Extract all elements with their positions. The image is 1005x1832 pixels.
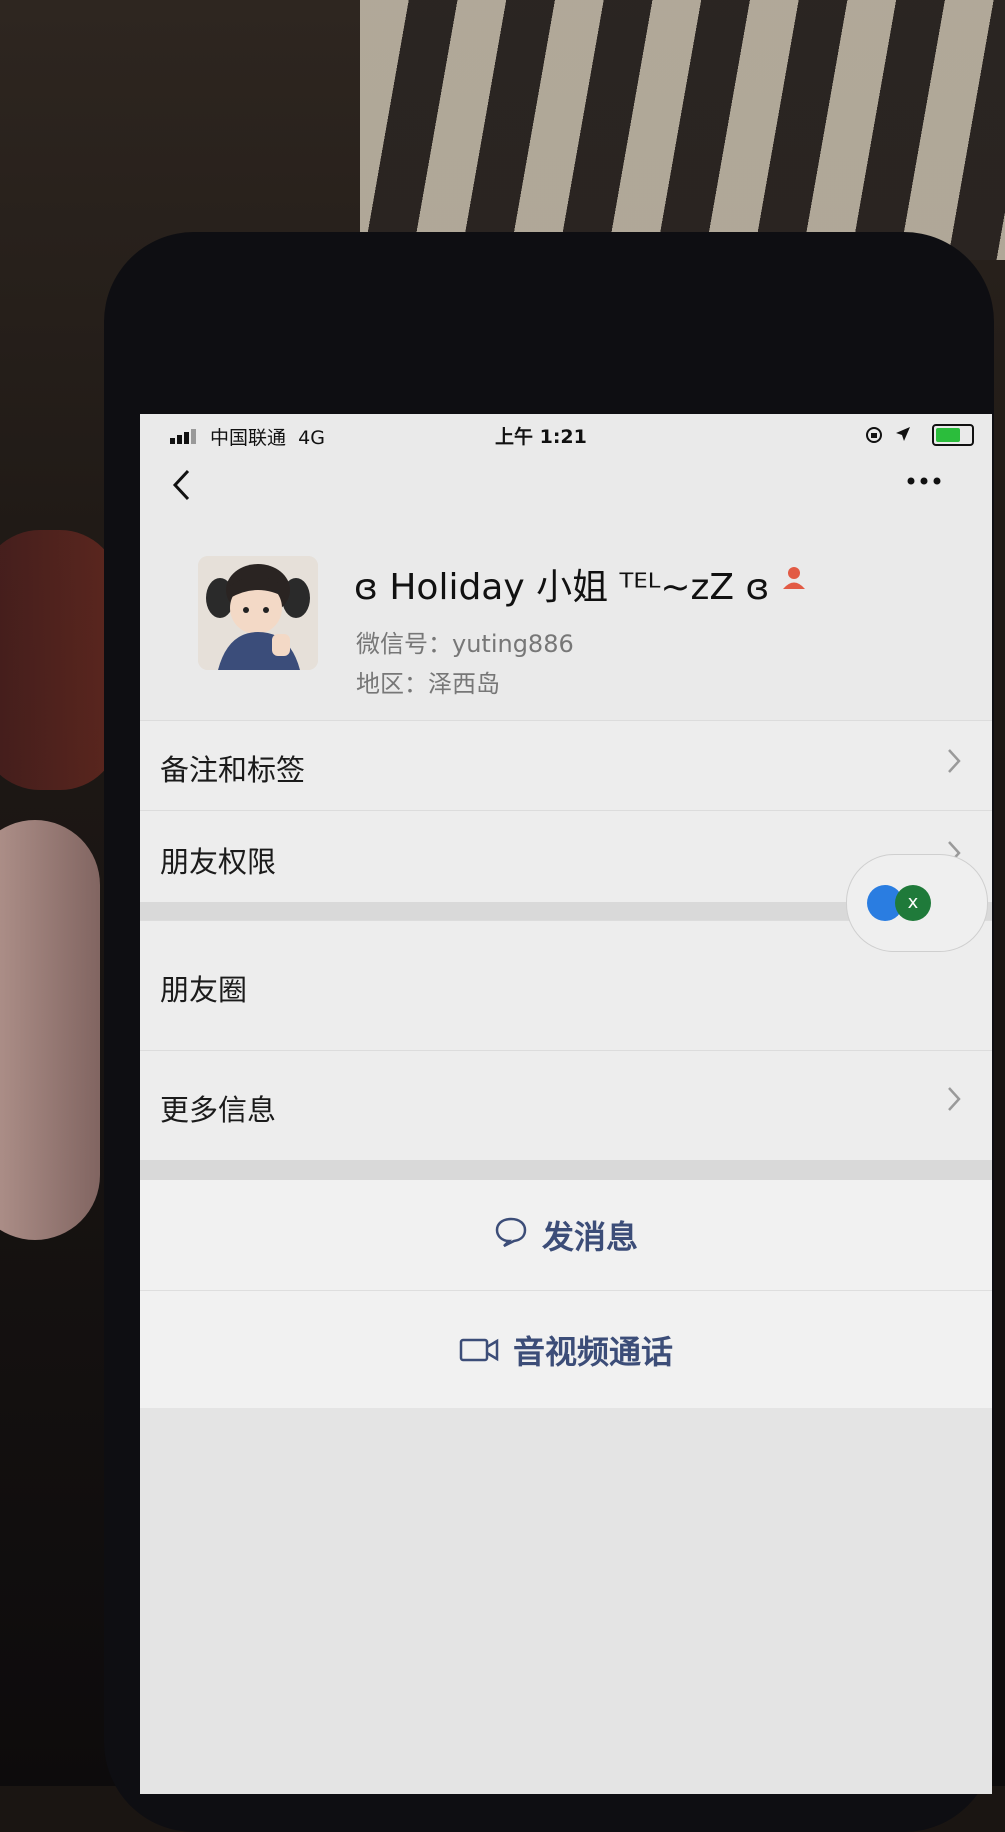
chevron-right-icon [946, 747, 962, 783]
more-icon[interactable] [906, 460, 942, 500]
fabric-background [360, 0, 1005, 260]
region: 地区：泽西岛 [356, 670, 500, 698]
nav-bar [140, 454, 992, 524]
wechat-id: 微信号：yuting886 [356, 630, 574, 658]
back-icon[interactable] [170, 468, 194, 508]
menu-label: 朋友圈 [160, 973, 248, 1007]
send-message-label: 发消息 [541, 1218, 638, 1256]
signal-icon [170, 426, 204, 444]
video-call-button[interactable]: 音视频通话 [140, 1290, 992, 1409]
finger [0, 820, 100, 1240]
finger-blur [0, 530, 120, 790]
menu-more-info[interactable]: 更多信息 [140, 1050, 992, 1161]
chat-bubble-icon [494, 1182, 528, 1292]
empty-area [140, 1408, 992, 1794]
rotation-lock-icon [866, 427, 882, 443]
app-icon-green: x [895, 885, 931, 921]
menu-remarks-tags[interactable]: 备注和标签 [140, 720, 992, 811]
menu-label: 更多信息 [160, 1093, 277, 1127]
person-badge-icon [780, 564, 808, 596]
video-camera-icon [459, 1293, 499, 1411]
chevron-right-icon [946, 1085, 962, 1121]
status-icons [864, 422, 974, 446]
status-bar: 中国联通 4G 上午 1:21 [140, 414, 992, 454]
phone-screen: 中国联通 4G 上午 1:21 ɞ Holiday 小姐 ᵀᴱᴸ~zZ ɞ 微信… [140, 414, 992, 1794]
video-call-label: 音视频通话 [512, 1333, 673, 1371]
send-message-button[interactable]: 发消息 [140, 1180, 992, 1290]
battery-icon [932, 424, 974, 446]
network-label: 4G [298, 427, 325, 449]
carrier-label: 中国联通 4G [210, 427, 325, 449]
floating-window-button[interactable]: x [846, 854, 988, 952]
location-icon [896, 427, 910, 441]
menu-label: 备注和标签 [160, 753, 306, 787]
profile-header: ɞ Holiday 小姐 ᵀᴱᴸ~zZ ɞ 微信号：yuting886 地区：泽… [140, 524, 992, 698]
section-divider [140, 1160, 992, 1180]
status-time: 上午 1:21 [495, 426, 587, 448]
avatar[interactable] [198, 556, 318, 670]
menu-label: 朋友权限 [160, 845, 277, 879]
profile-nickname: ɞ Holiday 小姐 ᵀᴱᴸ~zZ ɞ [354, 567, 770, 608]
